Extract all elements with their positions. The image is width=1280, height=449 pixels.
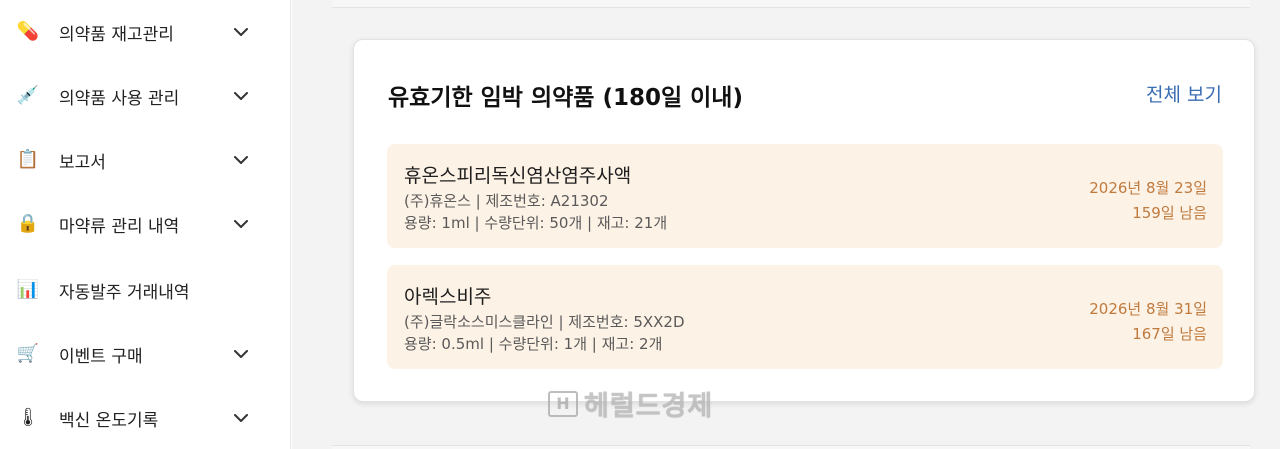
drug-maker-line: (주)글락소스미스클라인 | 제조번호: 5XX2D bbox=[404, 313, 685, 331]
drug-name: 휴온스피리독신염산염주사액 bbox=[404, 165, 632, 187]
clipboard-icon: 📋 bbox=[16, 149, 40, 170]
drug-name: 아렉스비주 bbox=[404, 286, 492, 308]
lock-icon: 🔒 bbox=[16, 213, 40, 234]
drug-spec-line: 용량: 1ml | 수량단위: 50개 | 재고: 21개 bbox=[404, 214, 668, 232]
chevron-down-icon[interactable] bbox=[232, 345, 250, 363]
sidebar-item-reports[interactable]: 📋 보고서 bbox=[0, 128, 291, 192]
watermark: H 헤럴드경제 bbox=[548, 384, 713, 423]
days-remaining: 167일 남음 bbox=[1132, 325, 1207, 343]
shopping-cart-icon: 🛒 bbox=[16, 343, 40, 364]
main-content: 유효기한 임박 의약품 (180일 이내) 전체 보기 휴온스피리독신염산염주사… bbox=[292, 0, 1280, 449]
sidebar-item-label: 이벤트 구매 bbox=[59, 346, 143, 367]
sidebar-item-label: 의약품 사용 관리 bbox=[59, 88, 180, 109]
watermark-logo-icon: H bbox=[548, 390, 578, 417]
chevron-down-icon[interactable] bbox=[232, 409, 250, 427]
sidebar-item-label: 의약품 재고관리 bbox=[59, 24, 174, 45]
sidebar: 💊 의약품 재고관리 💉 의약품 사용 관리 📋 보고서 🔒 마약류 관리 내역… bbox=[0, 0, 291, 449]
syringe-icon: 💉 bbox=[16, 85, 40, 106]
sidebar-item-label: 자동발주 거래내역 bbox=[59, 282, 190, 303]
pill-icon: 💊 bbox=[16, 21, 40, 42]
thermometer-icon: 🌡 bbox=[16, 407, 40, 428]
sidebar-item-event-purchase[interactable]: 🛒 이벤트 구매 bbox=[0, 322, 291, 386]
expiring-drugs-card: 유효기한 임박 의약품 (180일 이내) 전체 보기 휴온스피리독신염산염주사… bbox=[353, 39, 1255, 402]
chevron-down-icon[interactable] bbox=[232, 87, 250, 105]
days-remaining: 159일 남음 bbox=[1132, 204, 1207, 222]
chevron-down-icon[interactable] bbox=[232, 215, 250, 233]
chevron-down-icon[interactable] bbox=[232, 151, 250, 169]
view-all-link[interactable]: 전체 보기 bbox=[1146, 80, 1222, 107]
sidebar-item-label: 마약류 관리 내역 bbox=[59, 216, 180, 237]
sidebar-item-label: 보고서 bbox=[59, 152, 106, 173]
drug-spec-line: 용량: 0.5ml | 수량단위: 1개 | 재고: 2개 bbox=[404, 335, 663, 353]
list-item[interactable]: 아렉스비주 (주)글락소스미스클라인 | 제조번호: 5XX2D 용량: 0.5… bbox=[387, 265, 1223, 369]
drug-maker-line: (주)휴온스 | 제조번호: A21302 bbox=[404, 192, 609, 210]
expiry-date: 2026년 8월 23일 bbox=[1089, 179, 1207, 197]
sidebar-item-drug-usage[interactable]: 💉 의약품 사용 관리 bbox=[0, 64, 291, 128]
watermark-text: 헤럴드경제 bbox=[584, 391, 714, 422]
sidebar-item-drug-inventory[interactable]: 💊 의약품 재고관리 bbox=[0, 0, 291, 64]
card-title: 유효기한 임박 의약품 (180일 이내) bbox=[388, 85, 743, 111]
sidebar-item-vaccine-temperature[interactable]: 🌡 백신 온도기록 bbox=[0, 386, 291, 449]
chevron-down-icon[interactable] bbox=[232, 23, 250, 41]
sidebar-item-auto-order[interactable]: 📊 자동발주 거래내역 bbox=[0, 258, 291, 322]
previous-card-edge bbox=[332, 0, 1250, 8]
sidebar-item-narcotics[interactable]: 🔒 마약류 관리 내역 bbox=[0, 192, 291, 256]
next-card-edge bbox=[332, 445, 1250, 449]
bar-chart-icon: 📊 bbox=[16, 279, 40, 300]
sidebar-item-label: 백신 온도기록 bbox=[59, 410, 159, 431]
expiry-date: 2026년 8월 31일 bbox=[1089, 300, 1207, 318]
list-item[interactable]: 휴온스피리독신염산염주사액 (주)휴온스 | 제조번호: A21302 용량: … bbox=[387, 144, 1223, 248]
